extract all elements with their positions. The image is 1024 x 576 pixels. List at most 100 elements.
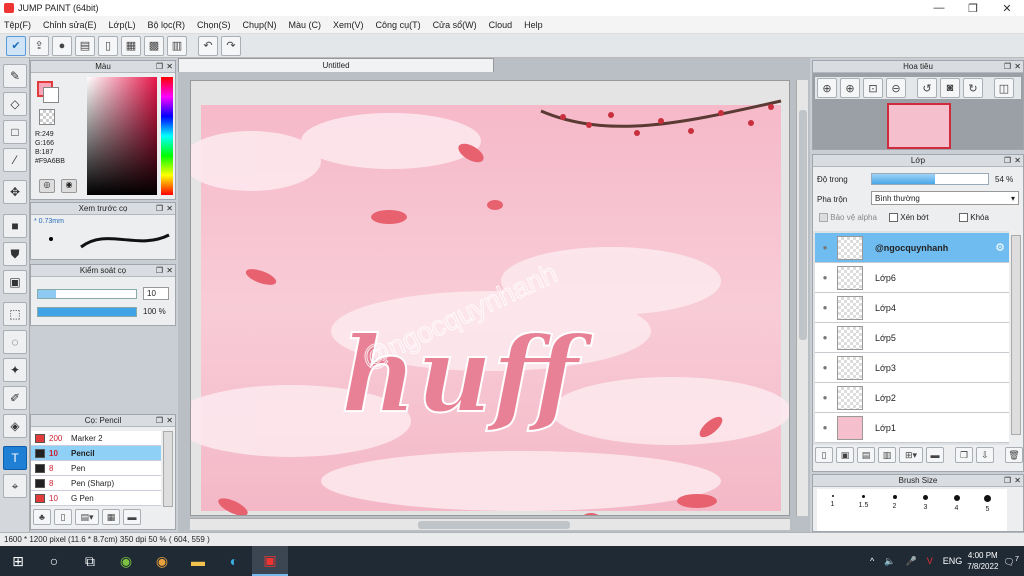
- delete-layer-icon[interactable]: 🗑: [1005, 447, 1023, 463]
- search-icon[interactable]: ○: [36, 546, 72, 576]
- hue-slider[interactable]: [161, 77, 173, 195]
- brush-size-preset[interactable]: 5: [972, 489, 1003, 531]
- new-brush-icon[interactable]: ▯: [54, 509, 72, 525]
- brush-opacity-slider[interactable]: [37, 307, 137, 317]
- close-icon[interactable]: ✕: [990, 2, 1024, 15]
- lock-checkbox[interactable]: Khóa: [959, 213, 989, 223]
- dock-icon[interactable]: ❐: [156, 203, 163, 215]
- new-1bit-layer-icon[interactable]: ▥: [878, 447, 896, 463]
- gradient-tool-icon[interactable]: ▣: [3, 270, 27, 294]
- menu-edit[interactable]: Chỉnh sửa(E): [43, 20, 97, 30]
- layer-row[interactable]: ● Lớp4: [815, 293, 1009, 323]
- operation-tool-icon[interactable]: ⌖: [3, 474, 27, 498]
- close-panel-icon[interactable]: ✕: [166, 61, 173, 73]
- flip-icon[interactable]: ◫: [994, 78, 1014, 98]
- brush-size-preset[interactable]: 3: [910, 489, 941, 531]
- clock[interactable]: 4:00 PM 7/8/2022: [967, 550, 998, 572]
- jump-paint-taskbar-icon[interactable]: ▣: [252, 546, 288, 576]
- zoom-actual-icon[interactable]: ⊡: [863, 78, 883, 98]
- zoom-out-icon[interactable]: ⊖: [886, 78, 906, 98]
- zoom-fit-icon[interactable]: ⊕: [817, 78, 837, 98]
- menu-capture[interactable]: Chụp(N): [243, 20, 277, 30]
- canvas[interactable]: huff @ngocquynhanh: [171, 80, 791, 521]
- dropper-tool-icon[interactable]: ⁄: [3, 148, 27, 172]
- layer-row[interactable]: ● Lớp1: [815, 413, 1009, 443]
- menu-select[interactable]: Chọn(S): [197, 20, 231, 30]
- brush-list-item[interactable]: 200 Marker 2: [31, 431, 161, 446]
- close-panel-icon[interactable]: ✕: [1014, 155, 1021, 167]
- layer-visibility-icon[interactable]: ●: [815, 243, 835, 252]
- rect-select-tool-icon[interactable]: □: [3, 120, 27, 144]
- volume-icon[interactable]: 🔈: [884, 556, 895, 567]
- layer-row[interactable]: ● @ngocquynhanh ⚙: [815, 233, 1009, 263]
- add-layer-menu-icon[interactable]: ⊞▾: [899, 447, 923, 463]
- layout-icon[interactable]: ▥: [167, 35, 187, 56]
- document-icon[interactable]: ▦: [121, 35, 141, 56]
- page-icon[interactable]: ▯: [98, 35, 118, 56]
- brush-group-icon[interactable]: ♣: [33, 509, 51, 525]
- transparent-color-swatch[interactable]: [39, 109, 55, 125]
- notification-icon[interactable]: 🗨7: [1003, 554, 1019, 568]
- redo-icon[interactable]: ↷: [221, 35, 241, 56]
- brush-size-preset[interactable]: 2: [879, 489, 910, 531]
- layer-row[interactable]: ● Lớp2: [815, 383, 1009, 413]
- close-panel-icon[interactable]: ✕: [1014, 475, 1021, 487]
- dock-icon[interactable]: ❐: [156, 415, 163, 427]
- rotate-reset-icon[interactable]: ◙: [940, 78, 960, 98]
- antivirus-icon[interactable]: V: [927, 556, 933, 566]
- layer-row[interactable]: ● Lớp6: [815, 263, 1009, 293]
- layer-visibility-icon[interactable]: ●: [815, 363, 835, 372]
- select-pen-tool-icon[interactable]: ✐: [3, 386, 27, 410]
- brush-list-item[interactable]: 8 Pen (Sharp): [31, 476, 161, 491]
- dock-icon[interactable]: ❐: [1004, 155, 1011, 167]
- color-mode-icon[interactable]: ◎: [39, 179, 55, 193]
- new-layer-icon[interactable]: ▯: [815, 447, 833, 463]
- brush-list-item[interactable]: 8 Pen: [31, 461, 161, 476]
- text-tool-icon[interactable]: T: [3, 446, 27, 470]
- merge-layer-icon[interactable]: ⇩: [976, 447, 994, 463]
- dock-icon[interactable]: ❐: [1004, 61, 1011, 73]
- comment-icon[interactable]: ●: [52, 35, 72, 56]
- rotate-right-icon[interactable]: ↻: [963, 78, 983, 98]
- canvas-horizontal-scrollbar[interactable]: [190, 518, 790, 530]
- task-view-icon[interactable]: ⧉: [72, 546, 108, 576]
- zoom-in-icon[interactable]: ⊕: [840, 78, 860, 98]
- eraser-tool-icon[interactable]: ◇: [3, 92, 27, 116]
- brush-list-item[interactable]: 10 G Pen: [31, 491, 161, 506]
- dock-icon[interactable]: ❐: [1004, 475, 1011, 487]
- brush-folder-icon[interactable]: ▬: [123, 509, 141, 525]
- new-8bit-layer-icon[interactable]: ▤: [857, 447, 875, 463]
- duplicate-layer-icon[interactable]: ❐: [955, 447, 973, 463]
- chevron-up-icon[interactable]: ^: [870, 556, 874, 566]
- layer-folder-icon[interactable]: ▬: [926, 447, 944, 463]
- document-tab[interactable]: Untitled: [178, 58, 494, 72]
- select-eraser-tool-icon[interactable]: ◈: [3, 414, 27, 438]
- blend-mode-select[interactable]: Bình thường ▾: [871, 191, 1019, 205]
- chrome-browser-icon[interactable]: ◉: [144, 546, 180, 576]
- menu-help[interactable]: Help: [524, 20, 543, 30]
- background-color-swatch[interactable]: [43, 87, 59, 103]
- edge-browser-icon[interactable]: ◐: [216, 546, 252, 576]
- message-icon[interactable]: ▤: [75, 35, 95, 56]
- fill-rect-tool-icon[interactable]: ■: [3, 214, 27, 238]
- menu-cloud[interactable]: Cloud: [489, 20, 513, 30]
- menu-window[interactable]: Cửa sổ(W): [433, 20, 477, 30]
- navigator-thumbnail[interactable]: [887, 103, 951, 149]
- protect-alpha-checkbox[interactable]: Bảo vệ alpha: [819, 213, 877, 223]
- canvas-vertical-scrollbar[interactable]: [796, 80, 808, 516]
- layer-visibility-icon[interactable]: ●: [815, 393, 835, 402]
- brush-list-item[interactable]: 10 Pencil: [31, 446, 161, 461]
- new-half-layer-icon[interactable]: ▣: [836, 447, 854, 463]
- layer-visibility-icon[interactable]: ●: [815, 303, 835, 312]
- check-icon[interactable]: ✔: [6, 35, 26, 56]
- export-icon[interactable]: ⇪: [29, 35, 49, 56]
- select-tool-icon[interactable]: ⬚: [3, 302, 27, 326]
- menu-filter[interactable]: Bộ lọc(R): [147, 20, 185, 30]
- coccoc-browser-icon[interactable]: ◉: [108, 546, 144, 576]
- move-tool-icon[interactable]: ✥: [3, 180, 27, 204]
- layer-visibility-icon[interactable]: ●: [815, 333, 835, 342]
- maximize-icon[interactable]: ❐: [956, 2, 990, 15]
- menu-tools[interactable]: Công cụ(T): [376, 20, 421, 30]
- close-panel-icon[interactable]: ✕: [166, 415, 173, 427]
- color-palette-icon[interactable]: ◉: [61, 179, 77, 193]
